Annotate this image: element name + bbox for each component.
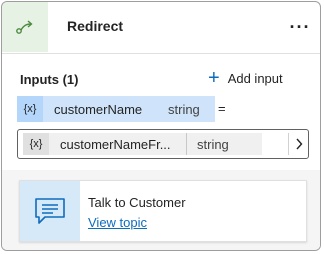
inputs-label: Inputs (1) <box>20 72 79 87</box>
value-variable-type: string <box>197 136 229 152</box>
more-options-button[interactable]: ··· <box>286 14 314 40</box>
input-variable-name: customerName <box>54 101 143 117</box>
node-header: Redirect ··· <box>2 2 320 54</box>
variable-icon: {x} <box>23 133 49 155</box>
equals-sign: = <box>218 101 226 116</box>
add-input-label: Add input <box>227 70 283 86</box>
topic-section: Talk to Customer View topic <box>2 170 320 250</box>
redirect-icon <box>2 2 48 52</box>
input-variable-type: string <box>168 101 200 117</box>
chip-separator <box>186 133 187 155</box>
chevron-right-icon[interactable] <box>290 130 308 158</box>
topic-card: Talk to Customer View topic <box>19 180 307 242</box>
topic-title: Talk to Customer <box>88 195 186 210</box>
chat-message-icon <box>20 181 80 241</box>
header-divider <box>2 53 320 54</box>
field-separator <box>288 133 289 155</box>
plus-icon: + <box>208 67 220 89</box>
view-topic-link[interactable]: View topic <box>88 215 147 230</box>
input-value-field[interactable]: {x} customerNameFr... string <box>17 129 309 159</box>
redirect-node-card: Redirect ··· Inputs (1) + Add input {x} … <box>1 1 321 251</box>
add-input-button[interactable]: + Add input <box>208 68 283 88</box>
variable-icon: {x} <box>17 96 43 122</box>
value-variable-chip[interactable]: {x} customerNameFr... string <box>23 133 262 155</box>
node-title: Redirect <box>67 18 124 34</box>
value-variable-name: customerNameFr... <box>60 136 171 152</box>
input-variable-chip[interactable]: {x} customerName string <box>17 96 215 122</box>
